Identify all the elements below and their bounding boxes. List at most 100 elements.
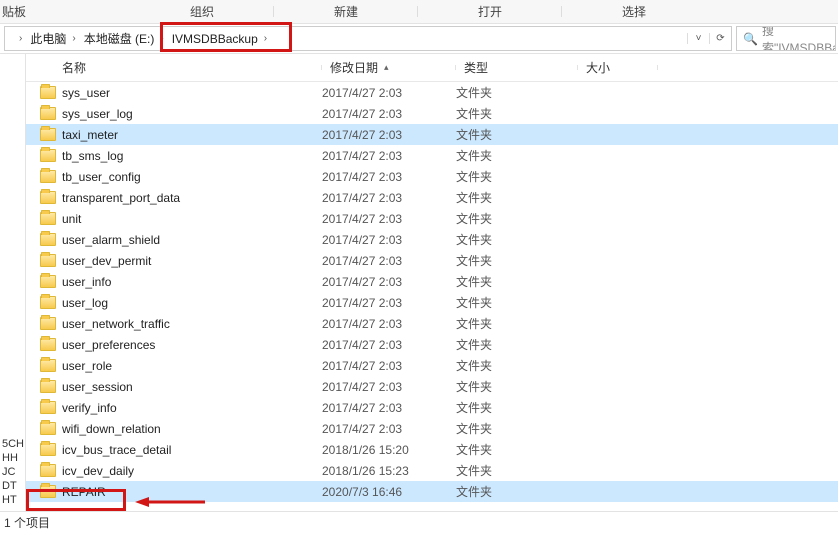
cell-type: 文件夹 [456, 231, 578, 248]
cell-name: user_log [62, 296, 322, 310]
cell-type: 文件夹 [456, 315, 578, 332]
crumb-drive-e[interactable]: 本地磁盘 (E:)› [80, 27, 168, 50]
table-row[interactable]: verify_info2017/4/27 2:03文件夹 [26, 397, 838, 418]
table-row[interactable]: REPAIR2020/7/3 16:46文件夹 [26, 481, 838, 502]
cell-type: 文件夹 [456, 462, 578, 479]
nav-item[interactable]: 5CH [0, 437, 25, 451]
cell-name: sys_user [62, 86, 322, 100]
ribbon-group-new: 新建 [274, 3, 418, 20]
cell-date: 2017/4/27 2:03 [322, 212, 456, 226]
table-row[interactable]: icv_dev_daily2018/1/26 15:23文件夹 [26, 460, 838, 481]
cell-date: 2017/4/27 2:03 [322, 338, 456, 352]
refresh-button[interactable]: ⟳ [709, 33, 731, 44]
folder-icon [26, 170, 62, 183]
table-row[interactable]: user_role2017/4/27 2:03文件夹 [26, 355, 838, 376]
ribbon-toolbar: 贴板 组织 新建 打开 选择 [0, 0, 838, 24]
folder-icon [26, 317, 62, 330]
main-area: 5CH HH JC DT HT 名称 修改日期 ▴ 类型 大小 sys_user… [0, 54, 838, 511]
ribbon-group-select: 选择 [562, 3, 706, 20]
table-row[interactable]: user_dev_permit2017/4/27 2:03文件夹 [26, 250, 838, 271]
folder-icon [26, 275, 62, 288]
search-input[interactable]: 🔍 搜索"IVMSDBBa [736, 26, 836, 51]
folder-icon [26, 86, 62, 99]
folder-icon [26, 128, 62, 141]
cell-date: 2017/4/27 2:03 [322, 296, 456, 310]
cell-type: 文件夹 [456, 147, 578, 164]
table-row[interactable]: icv_bus_trace_detail2018/1/26 15:20文件夹 [26, 439, 838, 460]
table-row[interactable]: taxi_meter2017/4/27 2:03文件夹 [26, 124, 838, 145]
cell-date: 2017/4/27 2:03 [322, 401, 456, 415]
table-row[interactable]: user_alarm_shield2017/4/27 2:03文件夹 [26, 229, 838, 250]
history-dropdown-button[interactable]: ˅ [687, 33, 709, 44]
folder-icon [26, 443, 62, 456]
cell-date: 2017/4/27 2:03 [322, 422, 456, 436]
table-row[interactable]: unit2017/4/27 2:03文件夹 [26, 208, 838, 229]
table-row[interactable]: user_session2017/4/27 2:03文件夹 [26, 376, 838, 397]
chevron-right-icon: › [264, 33, 267, 44]
chevron-right-icon: › [160, 33, 163, 44]
ribbon-group-clipboard: 贴板 [0, 3, 30, 20]
ribbon-group-open: 打开 [418, 3, 562, 20]
nav-item[interactable]: HH [0, 451, 25, 465]
cell-date: 2017/4/27 2:03 [322, 380, 456, 394]
column-header-type[interactable]: 类型 [456, 59, 578, 76]
cell-name: transparent_port_data [62, 191, 322, 205]
nav-pane[interactable]: 5CH HH JC DT HT [0, 54, 26, 511]
folder-icon [26, 191, 62, 204]
cell-type: 文件夹 [456, 378, 578, 395]
cell-date: 2017/4/27 2:03 [322, 233, 456, 247]
table-row[interactable]: user_preferences2017/4/27 2:03文件夹 [26, 334, 838, 355]
crumb-sep[interactable]: › [9, 27, 26, 50]
address-bar[interactable]: › 此电脑› 本地磁盘 (E:)› IVMSDBBackup› ˅ ⟳ [4, 26, 732, 51]
nav-item[interactable]: HT [0, 493, 25, 507]
column-headers: 名称 修改日期 ▴ 类型 大小 [26, 54, 838, 82]
cell-date: 2017/4/27 2:03 [322, 170, 456, 184]
folder-icon [26, 422, 62, 435]
ribbon-group-organize: 组织 [30, 3, 274, 20]
table-row[interactable]: user_info2017/4/27 2:03文件夹 [26, 271, 838, 292]
crumb-ivmsdbbackup[interactable]: IVMSDBBackup› [168, 27, 271, 50]
folder-icon [26, 485, 62, 498]
table-row[interactable]: user_network_traffic2017/4/27 2:03文件夹 [26, 313, 838, 334]
cell-date: 2017/4/27 2:03 [322, 107, 456, 121]
folder-icon [26, 296, 62, 309]
cell-name: tb_sms_log [62, 149, 322, 163]
cell-name: tb_user_config [62, 170, 322, 184]
cell-name: icv_dev_daily [62, 464, 322, 478]
cell-name: wifi_down_relation [62, 422, 322, 436]
cell-type: 文件夹 [456, 357, 578, 374]
cell-type: 文件夹 [456, 210, 578, 227]
cell-type: 文件夹 [456, 189, 578, 206]
status-bar: 1 个项目 [0, 511, 838, 533]
nav-item[interactable]: JC [0, 465, 25, 479]
cell-date: 2018/1/26 15:20 [322, 443, 456, 457]
folder-icon [26, 380, 62, 393]
cell-type: 文件夹 [456, 84, 578, 101]
table-row[interactable]: user_log2017/4/27 2:03文件夹 [26, 292, 838, 313]
column-header-size[interactable]: 大小 [578, 59, 658, 76]
status-text: 1 个项目 [4, 514, 50, 531]
nav-item[interactable]: DT [0, 479, 25, 493]
crumb-label: 此电脑 [30, 30, 66, 47]
table-row[interactable]: sys_user2017/4/27 2:03文件夹 [26, 82, 838, 103]
table-row[interactable]: transparent_port_data2017/4/27 2:03文件夹 [26, 187, 838, 208]
table-row[interactable]: wifi_down_relation2017/4/27 2:03文件夹 [26, 418, 838, 439]
chevron-right-icon: › [72, 33, 75, 44]
column-header-date[interactable]: 修改日期 ▴ [322, 59, 456, 76]
table-row[interactable]: tb_user_config2017/4/27 2:03文件夹 [26, 166, 838, 187]
address-row: › 此电脑› 本地磁盘 (E:)› IVMSDBBackup› ˅ ⟳ 🔍 搜索… [0, 24, 838, 54]
cell-name: user_network_traffic [62, 317, 322, 331]
folder-icon [26, 401, 62, 414]
cell-name: verify_info [62, 401, 322, 415]
cell-date: 2020/7/3 16:46 [322, 485, 456, 499]
table-row[interactable]: sys_user_log2017/4/27 2:03文件夹 [26, 103, 838, 124]
cell-type: 文件夹 [456, 336, 578, 353]
crumb-this-pc[interactable]: 此电脑 › [26, 27, 79, 50]
table-row[interactable]: tb_sms_log2017/4/27 2:03文件夹 [26, 145, 838, 166]
cell-type: 文件夹 [456, 441, 578, 458]
cell-date: 2017/4/27 2:03 [322, 317, 456, 331]
cell-name: REPAIR [62, 485, 322, 499]
column-header-name[interactable]: 名称 [26, 59, 322, 76]
cell-name: user_session [62, 380, 322, 394]
cell-date: 2017/4/27 2:03 [322, 254, 456, 268]
